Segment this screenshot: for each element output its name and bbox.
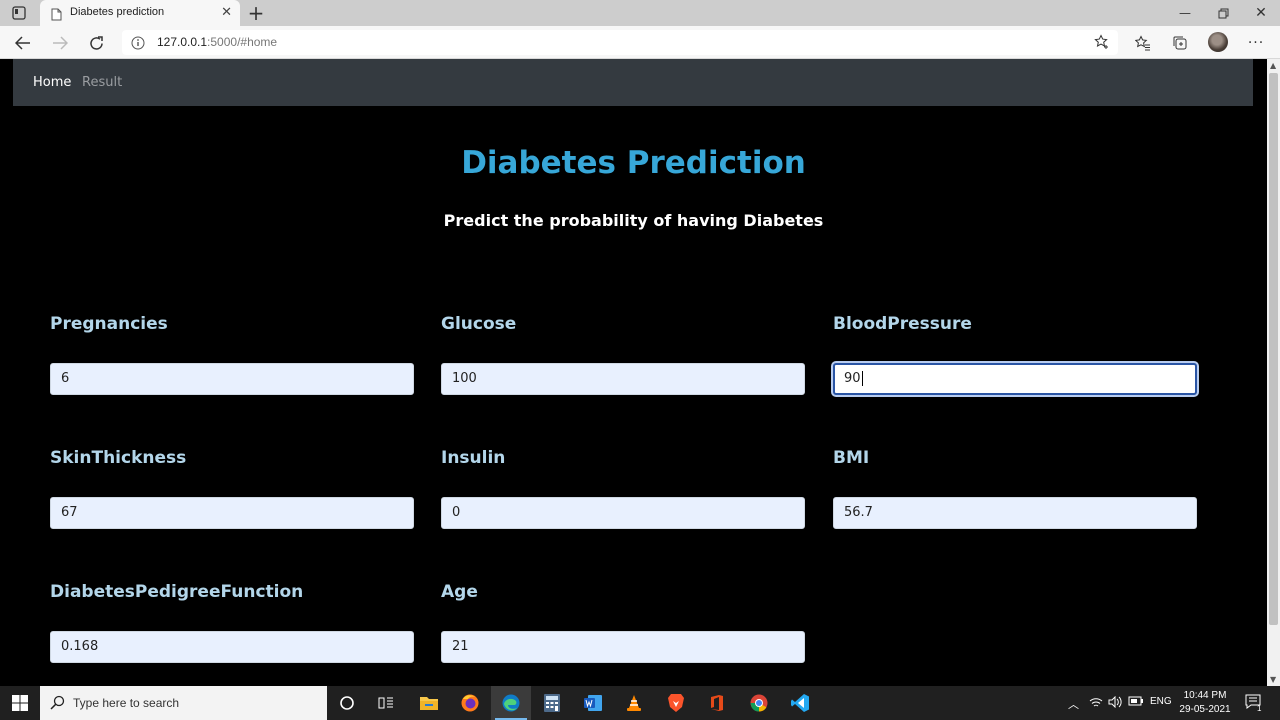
pregnancies-input[interactable]: 6 <box>50 363 414 395</box>
plus-icon[interactable]: + <box>246 2 266 24</box>
profile-avatar[interactable] <box>1208 32 1228 52</box>
glucose-input[interactable]: 100 <box>441 363 805 395</box>
site-navbar: Home Result <box>13 59 1253 106</box>
window-close-icon[interactable]: ✕ <box>1242 0 1280 26</box>
taskbar: Type here to search ︿ ENG 10:44 PM 29-05… <box>0 686 1280 720</box>
firefox-icon[interactable] <box>450 686 490 720</box>
language-indicator[interactable]: ENG <box>1150 696 1172 707</box>
back-icon[interactable] <box>12 32 34 54</box>
word-icon[interactable] <box>573 686 613 720</box>
file-explorer-icon[interactable] <box>409 686 449 720</box>
office-icon[interactable] <box>697 686 737 720</box>
minimize-icon[interactable]: — <box>1166 0 1204 26</box>
favorite-add-icon[interactable] <box>1094 34 1110 54</box>
search-placeholder: Type here to search <box>73 696 180 710</box>
blood-pressure-label: BloodPressure <box>833 314 972 334</box>
vscode-icon[interactable] <box>780 686 820 720</box>
close-icon[interactable]: ✕ <box>221 5 232 20</box>
nav-home-link[interactable]: Home <box>33 75 71 90</box>
scrollbar-thumb[interactable] <box>1269 73 1278 625</box>
calculator-icon[interactable] <box>532 686 572 720</box>
scroll-up-icon[interactable]: ▲ <box>1270 61 1276 70</box>
blood-pressure-value: 90 <box>844 371 861 386</box>
volume-icon[interactable] <box>1108 695 1122 711</box>
page-icon <box>51 6 62 25</box>
windows-icon[interactable] <box>12 695 28 715</box>
skin-thickness-input[interactable]: 67 <box>50 497 414 529</box>
search-icon <box>50 695 65 714</box>
brave-icon[interactable] <box>656 686 696 720</box>
address-toolbar: 127.0.0.1:5000/#home ··· <box>0 26 1280 59</box>
insulin-input[interactable]: 0 <box>441 497 805 529</box>
address-bar[interactable]: 127.0.0.1:5000/#home <box>122 30 1118 55</box>
dpf-input[interactable]: 0.168 <box>50 631 414 663</box>
scroll-down-icon[interactable]: ▼ <box>1270 675 1276 684</box>
tray-chevron-icon[interactable]: ︿ <box>1068 696 1079 712</box>
blood-pressure-input[interactable]: 90 <box>833 363 1197 395</box>
nav-result-link[interactable]: Result <box>82 75 122 90</box>
glucose-label: Glucose <box>441 314 517 334</box>
info-icon[interactable] <box>131 35 145 54</box>
page-scrollbar[interactable]: ▲ ▼ <box>1267 59 1280 686</box>
edge-icon[interactable] <box>491 686 531 720</box>
maximize-icon[interactable] <box>1204 0 1242 26</box>
notification-count-badge: 1 <box>1257 704 1262 713</box>
clock[interactable]: 10:44 PM 29-05-2021 <box>1175 689 1235 717</box>
vlc-icon[interactable] <box>614 686 654 720</box>
page-content: Home Result Diabetes Prediction Predict … <box>0 59 1267 686</box>
favorites-icon[interactable] <box>1133 33 1153 53</box>
age-input[interactable]: 21 <box>441 631 805 663</box>
tab-title: Diabetes prediction <box>70 6 165 18</box>
url-text: 127.0.0.1:5000/#home <box>157 35 278 49</box>
forward-icon[interactable] <box>49 32 71 54</box>
dpf-label: DiabetesPedigreeFunction <box>50 582 304 602</box>
age-label: Age <box>441 582 478 602</box>
browser-tab[interactable]: Diabetes prediction ✕ <box>40 0 240 26</box>
battery-icon[interactable] <box>1128 696 1144 709</box>
bmi-input[interactable]: 56.7 <box>833 497 1197 529</box>
clock-time: 10:44 PM <box>1183 690 1227 701</box>
cortana-icon[interactable] <box>327 686 367 720</box>
insulin-label: Insulin <box>441 448 506 468</box>
clock-date: 29-05-2021 <box>1179 704 1231 715</box>
bmi-label: BMI <box>833 448 870 468</box>
page-subtitle: Predict the probability of having Diabet… <box>443 211 824 230</box>
more-icon[interactable]: ··· <box>1246 33 1266 53</box>
pregnancies-label: Pregnancies <box>50 314 168 334</box>
chrome-icon[interactable] <box>739 686 779 720</box>
refresh-icon[interactable] <box>85 32 107 54</box>
tab-strip: Diabetes prediction ✕ + — ✕ <box>0 0 1280 26</box>
tab-actions-icon[interactable] <box>9 5 29 21</box>
task-view-icon[interactable] <box>366 686 406 720</box>
network-icon[interactable] <box>1089 696 1103 711</box>
skin-thickness-label: SkinThickness <box>50 448 187 468</box>
text-caret <box>861 371 863 386</box>
page-title: Diabetes Prediction <box>461 145 806 181</box>
taskbar-search[interactable]: Type here to search <box>40 686 327 720</box>
collections-icon[interactable] <box>1170 33 1190 53</box>
